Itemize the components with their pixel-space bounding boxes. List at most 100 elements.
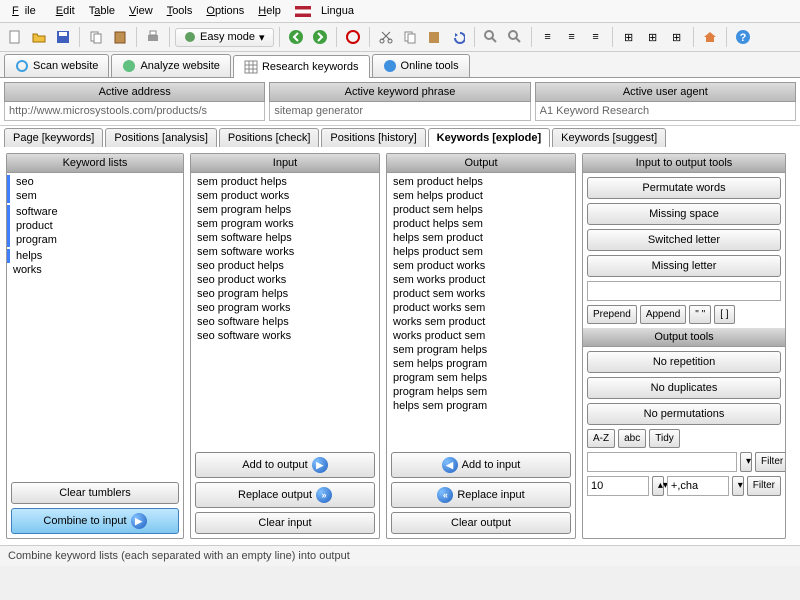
indent-icon[interactable]: ≡ — [537, 26, 559, 48]
clear-tumblers-button[interactable]: Clear tumblers — [11, 482, 179, 504]
tab-research-keywords[interactable]: Research keywords — [233, 55, 370, 78]
find-icon[interactable] — [504, 26, 526, 48]
list-item[interactable]: helps — [7, 249, 183, 263]
list-item[interactable]: seo software works — [191, 329, 379, 343]
paste2-icon[interactable] — [423, 26, 445, 48]
copy-icon[interactable] — [85, 26, 107, 48]
add-to-input-button[interactable]: ◀Add to input — [391, 452, 571, 478]
list-item[interactable]: seo — [7, 175, 183, 189]
tab-scan-website[interactable]: Scan website — [4, 54, 109, 77]
filter1-input[interactable] — [587, 452, 737, 472]
list-item[interactable]: works sem product — [387, 315, 575, 329]
prepend-button[interactable]: Prepend — [587, 305, 637, 324]
list-item[interactable]: helps product sem — [387, 245, 575, 259]
active-phrase-input[interactable] — [269, 102, 530, 121]
list-item[interactable]: product — [7, 219, 183, 233]
menu-lingua[interactable]: Lingua — [289, 3, 366, 19]
sort-az-button[interactable]: A-Z — [587, 429, 615, 448]
align-icon[interactable]: ≡ — [585, 26, 607, 48]
paste-icon[interactable] — [109, 26, 131, 48]
undo-icon[interactable] — [447, 26, 469, 48]
menu-view[interactable]: View — [123, 3, 159, 19]
filter2-button[interactable]: Filter — [747, 476, 781, 496]
no-repetition-button[interactable]: No repetition — [587, 351, 781, 373]
subtab-keywords-suggest[interactable]: Keywords [suggest] — [552, 128, 666, 147]
keyword-lists-list[interactable]: seosemsoftwareproductprogramhelpsworks — [7, 173, 183, 478]
tab-analyze-website[interactable]: Analyze website — [111, 54, 231, 77]
list-item[interactable]: product works sem — [387, 301, 575, 315]
list-item[interactable]: seo program works — [191, 301, 379, 315]
menu-help[interactable]: Help — [252, 3, 287, 19]
no-duplicates-button[interactable]: No duplicates — [587, 377, 781, 399]
list-item[interactable]: sem product helps — [387, 175, 575, 189]
missing-space-button[interactable]: Missing space — [587, 203, 781, 225]
list-item[interactable]: product helps sem — [387, 217, 575, 231]
tab-online-tools[interactable]: Online tools — [372, 54, 470, 77]
menu-tools[interactable]: Tools — [161, 3, 199, 19]
list2-icon[interactable]: ⊞ — [642, 26, 664, 48]
list-item[interactable]: sem program helps — [191, 203, 379, 217]
combine-to-input-button[interactable]: Combine to input▶ — [11, 508, 179, 534]
list-item[interactable]: sem software works — [191, 245, 379, 259]
menu-edit[interactable]: Edit — [50, 3, 81, 19]
copy2-icon[interactable] — [399, 26, 421, 48]
input-list[interactable]: sem product helpssem product workssem pr… — [191, 173, 379, 448]
filter2-count-input[interactable] — [587, 476, 649, 496]
subtab-positions-analysis[interactable]: Positions [analysis] — [105, 128, 217, 147]
easy-mode-button[interactable]: Easy mode▾ — [175, 28, 274, 47]
bracket-button[interactable]: [ ] — [714, 305, 734, 324]
search-icon[interactable] — [480, 26, 502, 48]
list-item[interactable]: program — [7, 233, 183, 247]
filter1-dropdown[interactable]: ▾ — [740, 452, 752, 472]
active-agent-input[interactable] — [535, 102, 796, 121]
list3-icon[interactable]: ⊞ — [666, 26, 688, 48]
replace-input-button[interactable]: «Replace input — [391, 482, 571, 508]
stop-icon[interactable] — [342, 26, 364, 48]
list-item[interactable]: helps sem product — [387, 231, 575, 245]
subtab-positions-check[interactable]: Positions [check] — [219, 128, 320, 147]
list-item[interactable]: sem — [7, 189, 183, 203]
list-item[interactable]: sem program helps — [387, 343, 575, 357]
list-item[interactable]: sem helps product — [387, 189, 575, 203]
add-to-output-button[interactable]: Add to output▶ — [195, 452, 375, 478]
affix-input[interactable] — [587, 281, 781, 301]
cut-icon[interactable] — [375, 26, 397, 48]
list-item[interactable]: program sem helps — [387, 371, 575, 385]
filter2-count-spinner[interactable]: ▴▾ — [652, 476, 664, 496]
list-item[interactable]: helps sem program — [387, 399, 575, 413]
back-icon[interactable] — [285, 26, 307, 48]
menu-file[interactable]: File — [6, 3, 48, 19]
open-icon[interactable] — [28, 26, 50, 48]
home-icon[interactable] — [699, 26, 721, 48]
replace-output-button[interactable]: Replace output» — [195, 482, 375, 508]
menu-table[interactable]: Table — [83, 3, 121, 19]
save-icon[interactable] — [52, 26, 74, 48]
switched-letter-button[interactable]: Switched letter — [587, 229, 781, 251]
list-item[interactable]: program helps sem — [387, 385, 575, 399]
list1-icon[interactable]: ⊞ — [618, 26, 640, 48]
list-item[interactable]: product sem helps — [387, 203, 575, 217]
list-item[interactable]: sem works product — [387, 273, 575, 287]
active-address-input[interactable] — [4, 102, 265, 121]
list-item[interactable]: seo product helps — [191, 259, 379, 273]
no-permutations-button[interactable]: No permutations — [587, 403, 781, 425]
clear-input-button[interactable]: Clear input — [195, 512, 375, 534]
outdent-icon[interactable]: ≡ — [561, 26, 583, 48]
list-item[interactable]: works product sem — [387, 329, 575, 343]
tidy-button[interactable]: Tidy — [649, 429, 680, 448]
new-icon[interactable] — [4, 26, 26, 48]
subtab-positions-history[interactable]: Positions [history] — [321, 128, 425, 147]
forward-icon[interactable] — [309, 26, 331, 48]
clear-output-button[interactable]: Clear output — [391, 512, 571, 534]
missing-letter-button[interactable]: Missing letter — [587, 255, 781, 277]
quote-button[interactable]: " " — [689, 305, 711, 324]
list-item[interactable]: seo software helps — [191, 315, 379, 329]
list-item[interactable]: seo product works — [191, 273, 379, 287]
filter2-text-input[interactable] — [667, 476, 729, 496]
print-icon[interactable] — [142, 26, 164, 48]
filter2-dropdown[interactable]: ▾ — [732, 476, 744, 496]
list-item[interactable]: seo program helps — [191, 287, 379, 301]
list-item[interactable]: software — [7, 205, 183, 219]
abc-button[interactable]: abc — [618, 429, 646, 448]
output-list[interactable]: sem product helpssem helps productproduc… — [387, 173, 575, 448]
